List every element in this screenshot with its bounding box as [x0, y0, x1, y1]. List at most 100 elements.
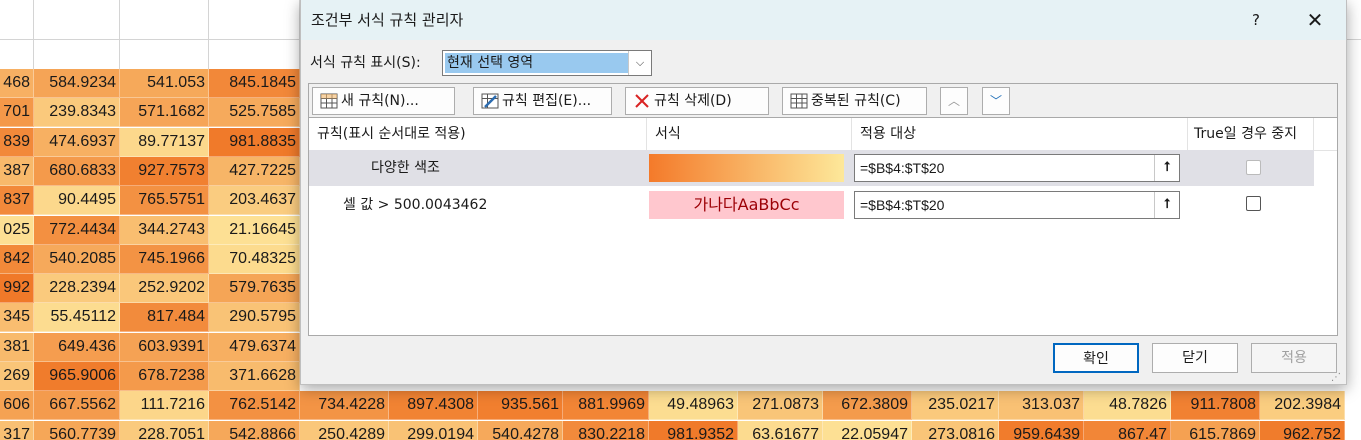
sheet-cell[interactable]: 387 — [0, 156, 34, 186]
collapse-dialog-icon[interactable]: ⭡ — [1154, 155, 1179, 181]
sheet-cell[interactable]: 837 — [0, 186, 34, 216]
rule-row[interactable]: 다양한 색조 =$B$4:$T$20 ⭡ — [309, 150, 1314, 186]
move-up-button[interactable]: ︿ — [940, 87, 968, 115]
duplicate-rule-button[interactable]: 중복된 규칙(C) — [782, 87, 927, 115]
sheet-cell[interactable]: 842 — [0, 244, 34, 274]
apply-button[interactable]: 적용 — [1251, 343, 1337, 373]
rule-row[interactable]: 셀 값 > 500.0043462 가나다AaBbCc =$B$4:$T$20 … — [309, 187, 1314, 223]
sheet-cell[interactable]: 541.053 — [120, 69, 209, 98]
ok-button[interactable]: 확인 — [1053, 343, 1139, 373]
sheet-cell[interactable]: 381 — [0, 332, 34, 362]
sheet-cell[interactable]: 269 — [0, 362, 34, 391]
sheet-cell[interactable]: 228.2394 — [34, 274, 120, 304]
sheet-cell[interactable]: 273.0816 — [912, 420, 999, 440]
sheet-cell[interactable]: 897.4308 — [389, 391, 478, 421]
column-header-rule[interactable]: 규칙(표시 순서대로 적용) — [309, 118, 647, 150]
edit-rule-button[interactable]: 규칙 편집(E)... — [473, 87, 612, 115]
sheet-cell[interactable]: 772.4434 — [34, 215, 120, 245]
sheet-cell[interactable]: 911.7808 — [1171, 391, 1260, 421]
sheet-cell[interactable]: 830.2218 — [563, 420, 649, 440]
sheet-cell[interactable]: 881.9969 — [563, 391, 649, 421]
sheet-cell[interactable]: 959.6439 — [999, 420, 1084, 440]
sheet-cell[interactable]: 479.6374 — [209, 332, 300, 362]
sheet-cell[interactable]: 317 — [0, 420, 34, 440]
sheet-cell[interactable]: 667.5562 — [34, 391, 120, 421]
sheet-cell[interactable]: 70.48325 — [209, 244, 300, 274]
sheet-cell[interactable]: 250.4289 — [300, 420, 389, 440]
sheet-cell[interactable]: 22.05947 — [823, 420, 912, 440]
show-rules-dropdown[interactable]: 현재 선택 영역 ⌵ — [442, 50, 652, 76]
sheet-cell[interactable]: 762.5142 — [209, 391, 300, 421]
applies-to-field[interactable]: =$B$4:$T$20 ⭡ — [854, 191, 1180, 219]
sheet-cell[interactable]: 584.9234 — [34, 69, 120, 98]
sheet-cell[interactable]: 90.4495 — [34, 186, 120, 216]
sheet-cell[interactable]: 672.3809 — [823, 391, 912, 421]
close-button[interactable]: 닫기 — [1152, 343, 1238, 373]
delete-rule-button[interactable]: 규칙 삭제(D) — [625, 87, 769, 115]
close-icon[interactable]: ✕ — [1286, 0, 1344, 40]
sheet-cell[interactable]: 21.16645 — [209, 215, 300, 245]
dialog-title-bar[interactable]: 조건부 서식 규칙 관리자 ? ✕ — [301, 0, 1346, 40]
sheet-cell[interactable]: 765.5751 — [120, 186, 209, 216]
collapse-dialog-icon[interactable]: ⭡ — [1154, 192, 1179, 218]
sheet-cell[interactable]: 427.7225 — [209, 156, 300, 186]
sheet-cell[interactable]: 560.7739 — [34, 420, 120, 440]
sheet-cell[interactable]: 345 — [0, 303, 34, 333]
column-header-applies-to[interactable]: 적용 대상 — [852, 118, 1188, 150]
stop-if-true-checkbox[interactable] — [1246, 160, 1261, 175]
sheet-cell[interactable]: 649.436 — [34, 332, 120, 362]
sheet-cell[interactable]: 252.9202 — [120, 274, 209, 304]
sheet-cell[interactable]: 579.7635 — [209, 274, 300, 304]
sheet-cell[interactable]: 745.1966 — [120, 244, 209, 274]
sheet-cell[interactable]: 817.484 — [120, 303, 209, 333]
column-header-format[interactable]: 서식 — [647, 118, 852, 150]
help-button[interactable]: ? — [1231, 0, 1281, 40]
sheet-cell[interactable]: 927.7573 — [120, 156, 209, 186]
sheet-cell[interactable]: 271.0873 — [738, 391, 823, 421]
sheet-cell[interactable]: 202.3984 — [1260, 391, 1345, 421]
column-header-stop-if-true[interactable]: True일 경우 중지 — [1188, 118, 1314, 150]
sheet-cell[interactable]: 678.7238 — [120, 362, 209, 391]
sheet-cell[interactable]: 525.7585 — [209, 98, 300, 128]
applies-to-field[interactable]: =$B$4:$T$20 ⭡ — [854, 154, 1180, 182]
sheet-cell[interactable]: 935.561 — [478, 391, 563, 421]
sheet-cell[interactable]: 63.61677 — [738, 420, 823, 440]
sheet-cell[interactable]: 344.2743 — [120, 215, 209, 245]
sheet-cell[interactable]: 839 — [0, 127, 34, 157]
sheet-cell[interactable]: 371.6628 — [209, 362, 300, 391]
sheet-cell[interactable]: 203.4637 — [209, 186, 300, 216]
sheet-cell[interactable]: 299.0194 — [389, 420, 478, 440]
sheet-cell[interactable]: 49.48963 — [649, 391, 738, 421]
sheet-cell[interactable]: 981.8835 — [209, 127, 300, 157]
sheet-cell[interactable]: 025 — [0, 215, 34, 245]
sheet-cell[interactable]: 468 — [0, 69, 34, 98]
sheet-cell[interactable]: 474.6937 — [34, 127, 120, 157]
sheet-cell[interactable]: 965.9006 — [34, 362, 120, 391]
sheet-cell[interactable]: 55.45112 — [34, 303, 120, 333]
sheet-cell[interactable]: 48.7826 — [1084, 391, 1171, 421]
sheet-cell[interactable]: 992 — [0, 274, 34, 304]
chevron-down-icon[interactable]: ⌵ — [628, 51, 651, 75]
sheet-cell[interactable]: 606 — [0, 391, 34, 421]
sheet-cell[interactable]: 540.4278 — [478, 420, 563, 440]
resize-grip-icon[interactable]: ⋰ — [1331, 372, 1343, 384]
sheet-cell[interactable]: 313.037 — [999, 391, 1084, 421]
sheet-cell[interactable]: 734.4228 — [300, 391, 389, 421]
sheet-cell[interactable]: 542.8866 — [209, 420, 300, 440]
sheet-cell[interactable]: 235.0217 — [912, 391, 999, 421]
sheet-cell[interactable]: 111.7216 — [120, 391, 209, 421]
sheet-cell[interactable]: 867.47 — [1084, 420, 1171, 440]
stop-if-true-checkbox[interactable] — [1246, 196, 1261, 211]
new-rule-button[interactable]: 새 규칙(N)... — [312, 87, 455, 115]
sheet-cell[interactable]: 845.1845 — [209, 69, 300, 98]
move-down-button[interactable]: ﹀ — [982, 87, 1010, 115]
sheet-cell[interactable]: 603.9391 — [120, 332, 209, 362]
sheet-cell[interactable]: 615.7869 — [1171, 420, 1260, 440]
sheet-cell[interactable]: 962.752 — [1260, 420, 1345, 440]
sheet-cell[interactable]: 290.5795 — [209, 303, 300, 333]
sheet-cell[interactable]: 981.9352 — [649, 420, 738, 440]
sheet-cell[interactable]: 228.7051 — [120, 420, 209, 440]
sheet-cell[interactable]: 540.2085 — [34, 244, 120, 274]
sheet-cell[interactable]: 89.77137 — [120, 127, 209, 157]
sheet-cell[interactable]: 571.1682 — [120, 98, 209, 128]
